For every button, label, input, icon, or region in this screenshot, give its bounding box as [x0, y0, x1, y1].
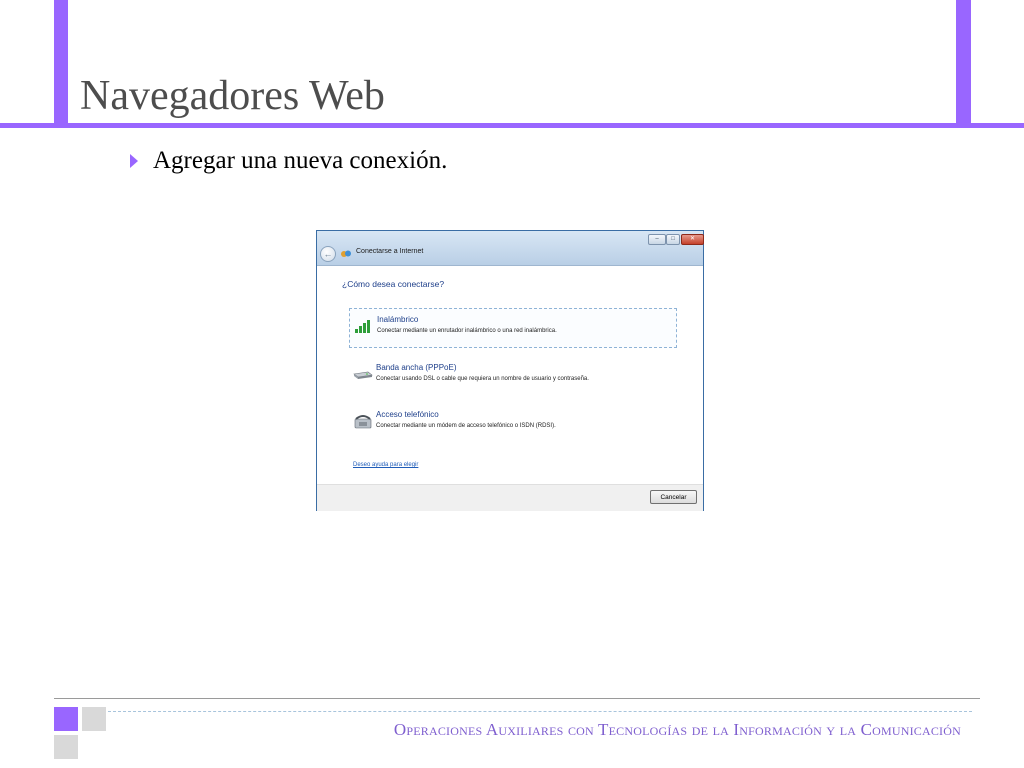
bullet-arrow-icon — [130, 154, 138, 168]
close-button[interactable]: ✕ — [681, 234, 704, 245]
option-description: Conectar mediante un enrutador inalámbri… — [377, 328, 557, 334]
slide-title: Navegadores Web — [80, 73, 385, 119]
dialog-footer: Cancelar — [317, 484, 703, 511]
dialog-heading: ¿Cómo desea conectarse? — [342, 279, 445, 289]
title-underline — [0, 123, 1024, 128]
minimize-button[interactable]: – — [648, 234, 666, 245]
option-dialup[interactable]: Acceso telefónico Conectar mediante un m… — [349, 404, 677, 444]
help-link[interactable]: Deseo ayuda para elegir — [353, 462, 418, 468]
dialog-titlebar: ← Conectarse a Internet – □ ✕ — [317, 231, 704, 266]
footer-square-gray — [54, 735, 78, 759]
dialog-title: Conectarse a Internet — [356, 248, 424, 255]
footer-square-gray — [82, 707, 106, 731]
footer-dashed-line — [108, 711, 972, 712]
footer-square-purple — [54, 707, 78, 731]
broadband-modem-icon — [353, 371, 373, 379]
maximize-button[interactable]: □ — [666, 234, 680, 245]
option-description: Conectar mediante un módem de acceso tel… — [376, 423, 556, 429]
footer-rule — [54, 698, 980, 699]
right-accent-bar — [956, 0, 971, 128]
network-icon — [341, 250, 351, 257]
option-title: Banda ancha (PPPoE) — [376, 363, 457, 372]
cancel-button[interactable]: Cancelar — [650, 490, 697, 504]
back-arrow-icon[interactable]: ← — [320, 246, 336, 262]
option-wireless[interactable]: Inalámbrico Conectar mediante un enrutad… — [349, 308, 677, 348]
option-title: Acceso telefónico — [376, 410, 439, 419]
bullet-text: Agregar una nueva conexión. — [153, 147, 448, 174]
connect-internet-dialog: ← Conectarse a Internet – □ ✕ ¿Cómo dese… — [316, 230, 704, 511]
option-description: Conectar usando DSL o cable que requiera… — [376, 376, 589, 382]
option-broadband[interactable]: Banda ancha (PPPoE) Conectar usando DSL … — [349, 357, 677, 397]
wireless-signal-icon — [355, 320, 370, 333]
footer-course-title: Operaciones Auxiliares con Tecnologías d… — [393, 720, 961, 739]
left-accent-bar — [54, 0, 68, 128]
option-title: Inalámbrico — [377, 315, 419, 324]
dialup-phone-icon — [354, 415, 372, 429]
